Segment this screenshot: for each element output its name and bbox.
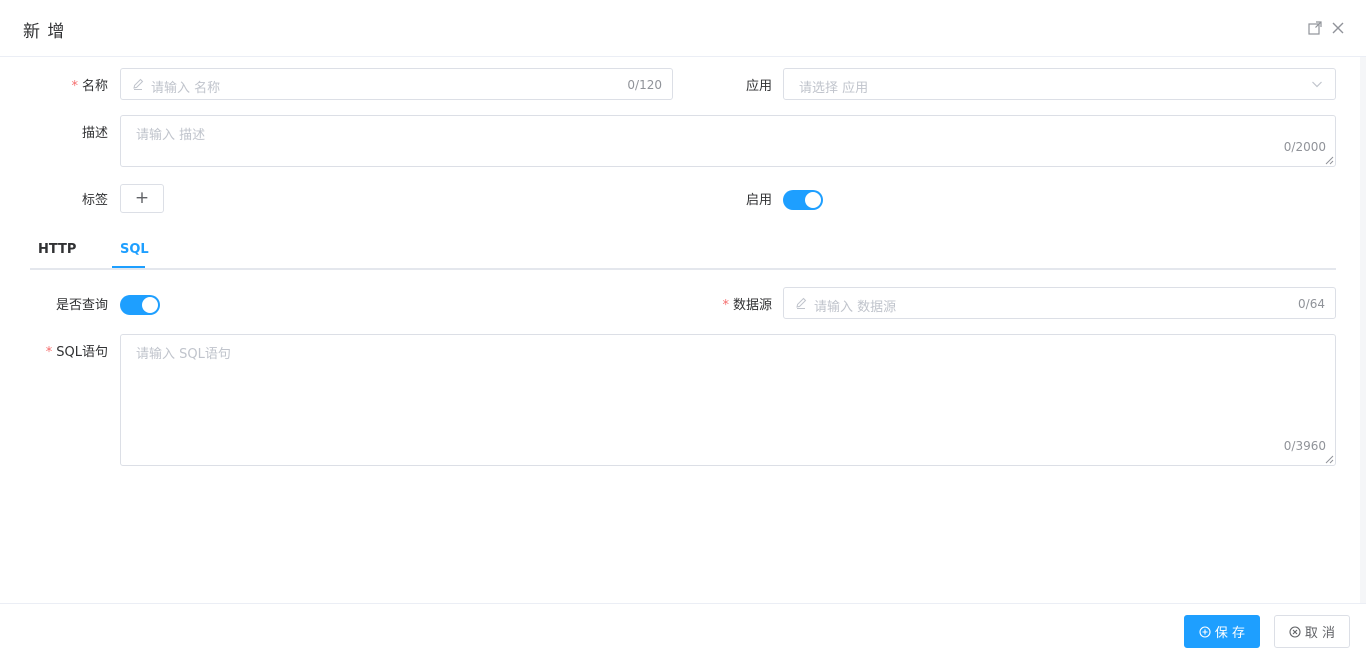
application-select[interactable]: 请选择 应用 [783, 68, 1336, 100]
required-mark: * [722, 298, 729, 313]
tab-sql[interactable]: SQL [120, 242, 149, 257]
edit-pencil-icon [794, 296, 808, 310]
plus-circle-icon [1199, 625, 1211, 638]
sql-statement-placeholder: 请输入 SQL语句 [136, 347, 231, 362]
description-textarea[interactable]: 请输入 描述 0/2000 [120, 115, 1336, 167]
cancel-button-label: 取 消 [1304, 626, 1336, 641]
datasource-placeholder: 请输入 数据源 [814, 300, 897, 315]
datasource-char-count: 0/64 [1298, 297, 1325, 311]
sql-statement-label-text: SQL语句 [56, 345, 108, 360]
open-in-new-window-icon[interactable] [1308, 21, 1322, 35]
dialog-header: 新 增 [0, 0, 1366, 57]
tags-label: 标签 [81, 193, 108, 208]
required-mark: * [45, 345, 53, 360]
datasource-input[interactable]: 请输入 数据源 0/64 [783, 287, 1336, 319]
edit-pencil-icon [131, 77, 145, 91]
add-tag-button[interactable]: + [120, 184, 164, 213]
switch-knob [805, 192, 821, 208]
datasource-label: * 数据源 [700, 294, 772, 313]
dialog-footer: 保 存 取 消 [0, 603, 1366, 657]
close-circle-icon [1289, 625, 1301, 638]
description-label: 描述 [81, 126, 108, 141]
chevron-down-icon [1311, 78, 1323, 90]
sql-statement-textarea[interactable]: 请输入 SQL语句 0/3960 [120, 334, 1336, 466]
name-label-text: 名称 [81, 79, 108, 94]
application-placeholder: 请选择 应用 [799, 81, 869, 96]
resize-handle-icon[interactable] [1325, 156, 1334, 165]
protocol-tabs: HTTP SQL [30, 234, 1336, 270]
active-tab-indicator [112, 266, 145, 268]
description-char-count: 0/2000 [1283, 140, 1326, 154]
enabled-label: 启用 [745, 193, 772, 208]
tab-http[interactable]: HTTP [38, 242, 76, 257]
switch-knob [142, 297, 158, 313]
enabled-switch[interactable] [783, 190, 823, 210]
is-query-label: 是否查询 [55, 298, 108, 313]
sql-statement-label: * SQL语句 [30, 341, 108, 360]
application-label: 应用 [745, 79, 772, 94]
datasource-label-text: 数据源 [732, 298, 772, 313]
name-char-count: 0/120 [627, 78, 662, 92]
name-input[interactable]: 请输入 名称 0/120 [120, 68, 673, 100]
close-icon[interactable] [1331, 21, 1345, 35]
required-mark: * [71, 79, 78, 94]
description-placeholder: 请输入 描述 [136, 128, 206, 143]
resize-handle-icon[interactable] [1325, 455, 1334, 464]
is-query-switch[interactable] [120, 295, 160, 315]
dialog-title: 新 增 [23, 22, 66, 42]
scrollbar[interactable] [1360, 57, 1366, 603]
sql-statement-char-count: 0/3960 [1283, 439, 1326, 453]
name-label: * 名称 [60, 75, 108, 94]
cancel-button[interactable]: 取 消 [1274, 615, 1350, 648]
name-placeholder: 请输入 名称 [151, 81, 221, 96]
save-button[interactable]: 保 存 [1184, 615, 1260, 648]
save-button-label: 保 存 [1214, 626, 1246, 641]
